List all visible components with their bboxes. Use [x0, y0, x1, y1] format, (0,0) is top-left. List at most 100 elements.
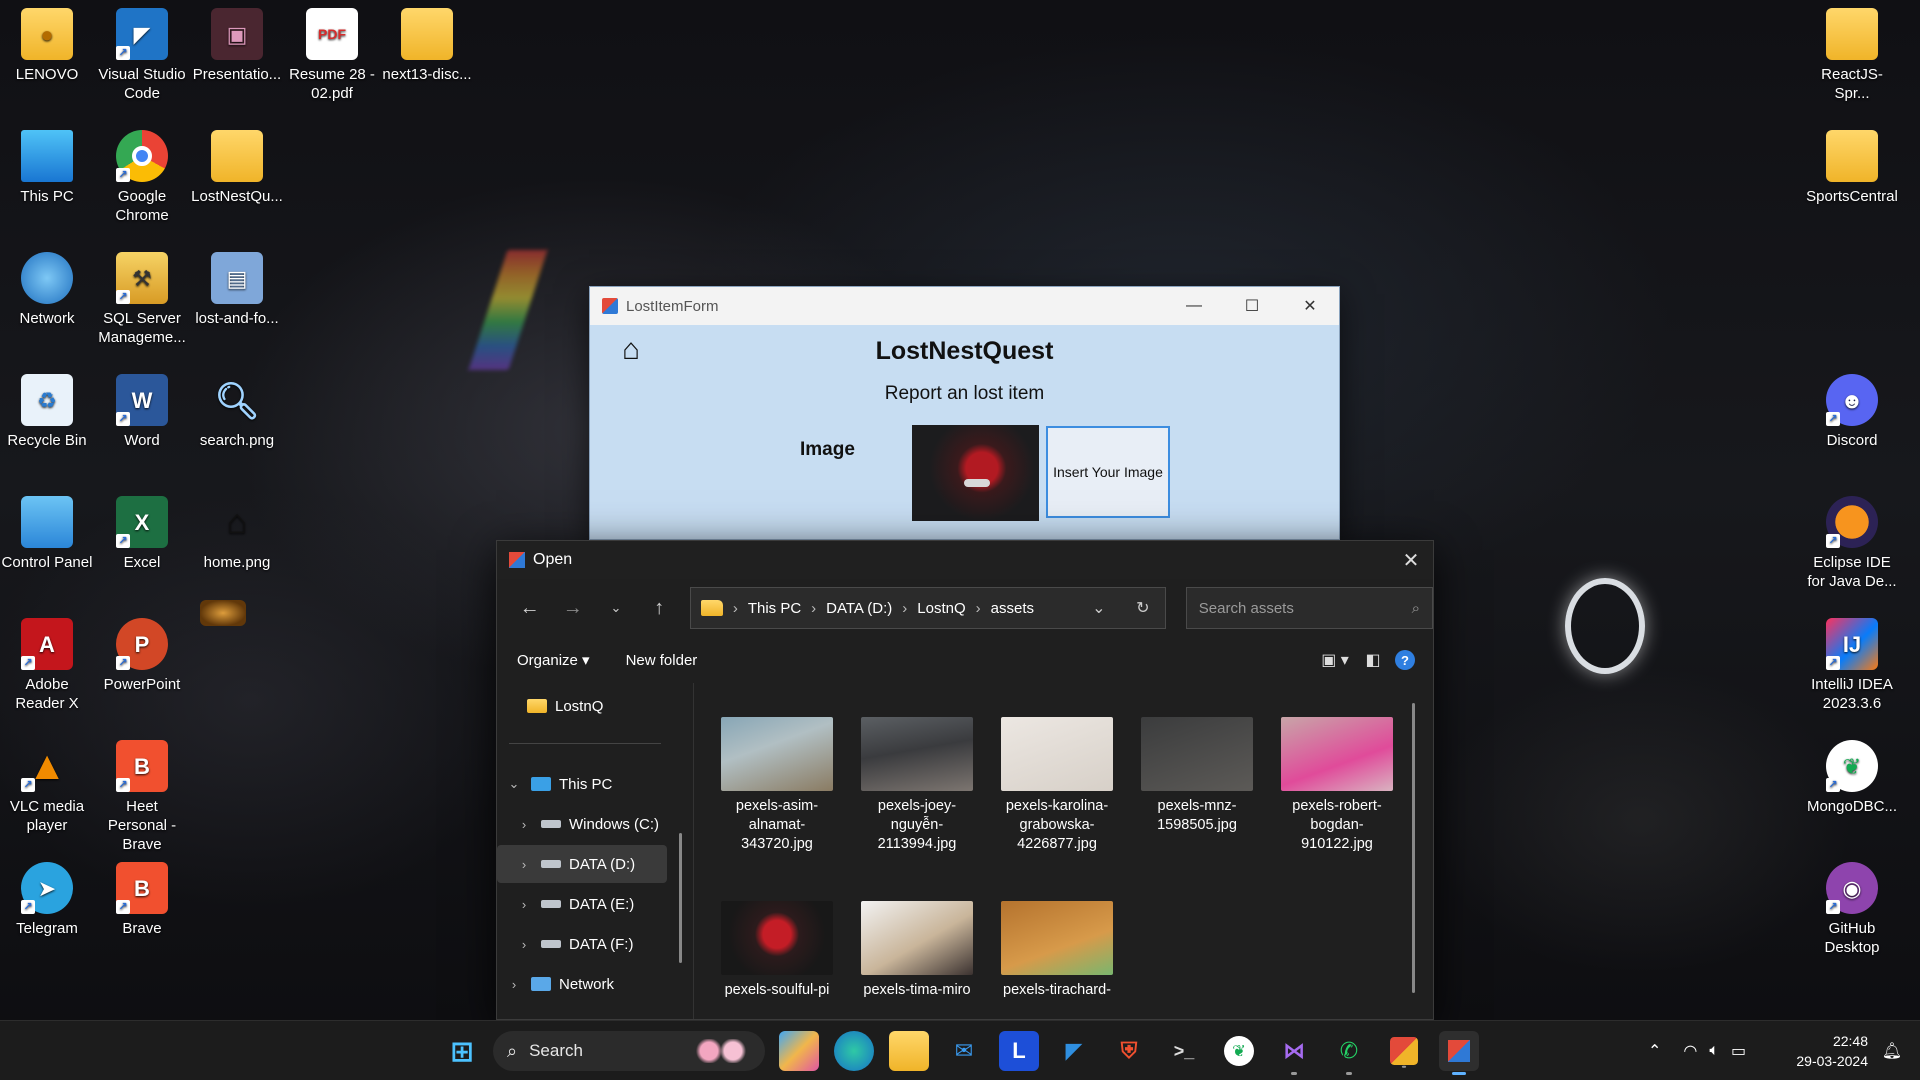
file-item[interactable]: pexels-tirachard-: [997, 901, 1117, 1000]
close-button[interactable]: ✕: [1281, 287, 1339, 325]
breadcrumb-assets[interactable]: assets: [991, 600, 1034, 617]
minimize-button[interactable]: —: [1165, 287, 1223, 325]
file-item[interactable]: pexels-soulful-pi: [717, 901, 837, 1000]
desktop-icon-heet-brave[interactable]: B ↗ Heet Personal - Brave: [96, 740, 188, 854]
file-item[interactable]: pexels-robert-bogdan-910122.jpg: [1277, 717, 1397, 854]
breadcrumb-lostnq[interactable]: LostnQ: [917, 600, 965, 617]
desktop-icon-telegram[interactable]: ➤ ↗ Telegram: [1, 862, 93, 938]
l-app-icon[interactable]: L: [999, 1031, 1039, 1071]
navigation-scrollbar[interactable]: [679, 833, 682, 963]
desktop-icon-search-png[interactable]: 🔍︎ search.png: [191, 374, 283, 450]
brave-icon[interactable]: ⛨: [1109, 1031, 1149, 1071]
pane-splitter[interactable]: [693, 683, 694, 1019]
tree-item-windows-c[interactable]: › Windows (C:): [497, 805, 667, 843]
desktop-icon-lostnestquest[interactable]: LostNestQu...: [191, 130, 283, 206]
desktop-icon-lenovo[interactable]: ● LENOVO: [1, 8, 93, 84]
tree-item-network[interactable]: › Network: [497, 965, 667, 1003]
up-arrow-icon[interactable]: ↑: [641, 589, 678, 627]
desktop-icon-network[interactable]: Network: [1, 252, 93, 328]
desktop-icon-lost-and-found[interactable]: ▤ lost-and-fo...: [191, 252, 283, 328]
chevron-right-icon[interactable]: ›: [513, 857, 535, 872]
active-app-icon[interactable]: [1439, 1031, 1479, 1075]
desktop-icon-reactjs[interactable]: ReactJS-Spr...: [1806, 8, 1898, 103]
new-folder-button[interactable]: New folder: [626, 652, 698, 669]
forward-arrow-icon[interactable]: →: [554, 589, 591, 627]
address-bar[interactable]: › This PC › DATA (D:) › LostnQ › assets …: [689, 587, 1166, 629]
file-item[interactable]: pexels-karolina-grabowska-4226877.jpg: [997, 717, 1117, 854]
windows-start-icon[interactable]: ⊞: [442, 1031, 482, 1071]
tree-item-label: DATA (E:): [569, 895, 635, 913]
mongodb-icon[interactable]: ❦: [1224, 1036, 1254, 1066]
desktop-icon-sql-server[interactable]: ⚒ ↗ SQL Server Manageme...: [96, 252, 188, 347]
desktop-icon-excel[interactable]: X ↗ Excel: [96, 496, 188, 572]
chevron-right-icon[interactable]: ›: [513, 937, 535, 952]
desktop-icon-github[interactable]: ◉ ↗ GitHub Desktop: [1806, 862, 1898, 957]
tree-item-data-e[interactable]: › DATA (E:): [497, 885, 667, 923]
refresh-icon[interactable]: ↻: [1121, 598, 1165, 618]
insert-image-button[interactable]: Insert Your Image: [1046, 426, 1170, 518]
back-arrow-icon[interactable]: ←: [511, 589, 548, 627]
battery-icon[interactable]: ▭: [1731, 1041, 1746, 1061]
desktop-icon-discord[interactable]: ☻ ↗ Discord: [1806, 374, 1898, 450]
desktop-icon-powerpoint[interactable]: P ↗ PowerPoint: [96, 618, 188, 694]
app-icon[interactable]: [1390, 1037, 1418, 1068]
desktop-icon-brave[interactable]: B ↗ Brave: [96, 862, 188, 938]
desktop-icon-adobe-reader[interactable]: A ↗ Adobe Reader X: [1, 618, 93, 713]
maximize-button[interactable]: ☐: [1223, 287, 1281, 325]
taskbar-clock[interactable]: 22:48 29-03-2024: [1796, 1031, 1868, 1071]
desktop-icon-eclipse[interactable]: ↗ Eclipse IDE for Java De...: [1806, 496, 1898, 591]
notification-bell-icon[interactable]: 🔔︎: [1882, 1041, 1902, 1061]
breadcrumb-data-d[interactable]: DATA (D:): [826, 600, 892, 617]
vscode-icon[interactable]: ◤: [1054, 1031, 1094, 1071]
tree-item-this-pc[interactable]: ⌄ This PC: [497, 765, 667, 803]
wifi-icon[interactable]: ◠: [1683, 1041, 1697, 1061]
desktop-icon-control-panel[interactable]: Control Panel: [1, 496, 93, 572]
desktop-icon-word[interactable]: W ↗ Word: [96, 374, 188, 450]
desktop-icon-sportscentral[interactable]: SportsCentral: [1806, 130, 1898, 206]
taskbar-search[interactable]: ⌕ Search: [493, 1031, 765, 1071]
dialog-titlebar[interactable]: Open ✕: [497, 541, 1433, 579]
show-hidden-icons-chevron-icon[interactable]: ⌃: [1648, 1041, 1661, 1061]
file-explorer-icon[interactable]: [889, 1031, 929, 1071]
preview-pane-icon[interactable]: ◧: [1357, 644, 1389, 676]
desktop-icon-vscode[interactable]: ◤ ↗ Visual Studio Code: [96, 8, 188, 103]
chevron-right-icon[interactable]: ›: [513, 897, 535, 912]
desktop-icon-recycle-bin[interactable]: ♻ Recycle Bin: [1, 374, 93, 450]
file-item[interactable]: pexels-asim-alnamat-343720.jpg: [717, 717, 837, 854]
desktop-icon-chrome[interactable]: ↗ Google Chrome: [96, 130, 188, 225]
file-list-scrollbar[interactable]: [1412, 703, 1415, 993]
search-input[interactable]: Search assets ⌕: [1185, 587, 1433, 629]
volume-icon[interactable]: 🔈︎: [1709, 1042, 1719, 1060]
desktop-icon-mongodb[interactable]: ❦ ↗ MongoDBC...: [1806, 740, 1898, 816]
desktop-icon-intellij[interactable]: IJ ↗ IntelliJ IDEA 2023.3.6: [1806, 618, 1898, 713]
desktop-icon-this-pc[interactable]: This PC: [1, 130, 93, 206]
organize-button[interactable]: Organize ▾: [517, 651, 590, 669]
desktop-icon-home-png[interactable]: ⌂ home.png: [191, 496, 283, 572]
tree-item-data-f[interactable]: › DATA (F:): [497, 925, 667, 963]
chevron-right-icon[interactable]: ›: [503, 977, 525, 992]
chevron-down-icon[interactable]: ⌄: [503, 776, 525, 792]
file-item[interactable]: pexels-joey-nguyễn-2113994.jpg: [857, 717, 977, 854]
mail-icon[interactable]: ✉: [944, 1031, 984, 1071]
chevron-right-icon[interactable]: ›: [513, 817, 535, 832]
terminal-icon[interactable]: >_: [1164, 1031, 1204, 1071]
dialog-close-button[interactable]: ✕: [1389, 548, 1433, 573]
tree-item-lostnq[interactable]: LostnQ: [497, 687, 667, 725]
desktop-icon-resume-pdf[interactable]: PDF Resume 28 - 02.pdf: [286, 8, 378, 103]
view-options-icon[interactable]: ▣ ▾: [1319, 644, 1351, 676]
whatsapp-icon[interactable]: ✆: [1329, 1031, 1369, 1075]
copilot-icon[interactable]: [779, 1031, 819, 1071]
file-item[interactable]: pexels-tima-miro: [857, 901, 977, 1000]
visual-studio-icon[interactable]: ⋈: [1274, 1031, 1314, 1075]
address-dropdown-chevron-icon[interactable]: ⌄: [1077, 598, 1121, 618]
app-titlebar[interactable]: LostItemForm — ☐ ✕: [590, 287, 1339, 325]
desktop-icon-vlc[interactable]: ▲ ↗ VLC media player: [1, 740, 93, 835]
tree-item-data-d[interactable]: › DATA (D:): [497, 845, 667, 883]
recent-locations-chevron-icon[interactable]: ⌄: [597, 589, 634, 627]
file-item[interactable]: pexels-mnz-1598505.jpg: [1137, 717, 1257, 835]
breadcrumb-this-pc[interactable]: This PC: [748, 600, 801, 617]
desktop-icon-next13[interactable]: next13-disc...: [381, 8, 473, 84]
edge-icon[interactable]: [834, 1031, 874, 1071]
desktop-icon-presentation[interactable]: ▣ Presentatio...: [191, 8, 283, 84]
help-icon[interactable]: ?: [1395, 650, 1415, 670]
